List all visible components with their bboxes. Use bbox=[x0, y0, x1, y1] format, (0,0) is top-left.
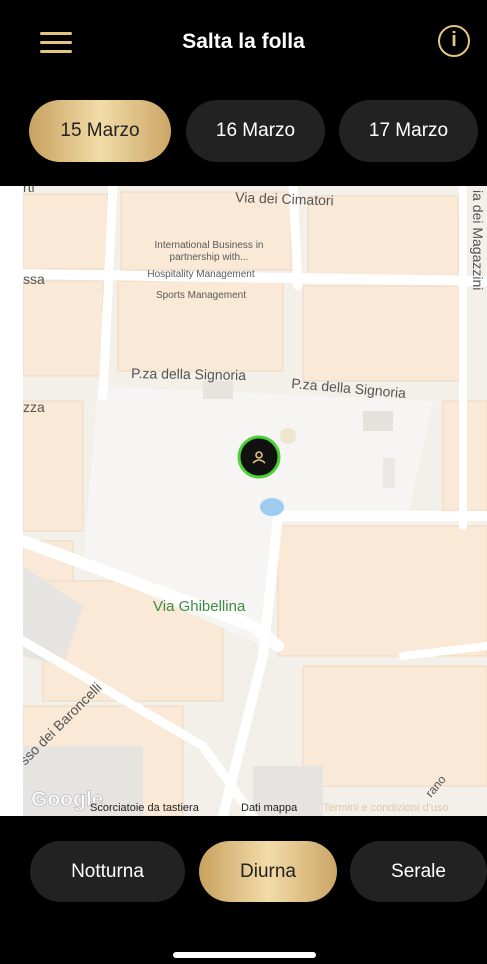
tab-serale[interactable]: Serale bbox=[350, 841, 487, 902]
page-title: Salta la folla bbox=[182, 30, 305, 53]
tab-date-15-marzo[interactable]: 15 Marzo bbox=[29, 100, 171, 162]
poi-label-line4: Sports Management bbox=[156, 290, 246, 301]
street-via-ghibellina: Via Ghibellina bbox=[153, 598, 246, 615]
top-bar: Salta la folla i 15 Marzo 16 Marzo 17 Ma… bbox=[0, 0, 487, 186]
map-shortcuts-link[interactable]: Scorciatoie da tastiera bbox=[90, 802, 200, 814]
poi-label-line2: partnership with... bbox=[170, 252, 249, 263]
tab-notturna[interactable]: Notturna bbox=[30, 841, 185, 902]
tab-date-16-marzo[interactable]: 16 Marzo bbox=[186, 100, 325, 162]
map-terms-link[interactable]: Termini e condizioni d'uso bbox=[323, 802, 449, 814]
map-canvas: International Business in partnership wi… bbox=[23, 186, 487, 816]
tab-date-17-marzo[interactable]: 17 Marzo bbox=[339, 100, 478, 162]
left-edge bbox=[0, 186, 23, 816]
street-pza-signoria-1: P.za della Signoria bbox=[131, 365, 246, 383]
street-via-dei-magazzini: ia dei Magazzini bbox=[470, 190, 486, 290]
home-indicator[interactable] bbox=[173, 952, 316, 958]
street-left-ssa: ssa bbox=[23, 271, 45, 287]
map-view[interactable]: International Business in partnership wi… bbox=[23, 186, 487, 816]
bottom-bar: Notturna Diurna Serale bbox=[0, 816, 487, 964]
map-data-link[interactable]: Dati mappa bbox=[241, 802, 298, 814]
street-top-rti: rti bbox=[23, 186, 35, 195]
tab-diurna[interactable]: Diurna bbox=[199, 841, 337, 902]
poi-label-line1: International Business in bbox=[155, 240, 264, 251]
poi-label-line3: Hospitality Management bbox=[147, 269, 254, 280]
user-location-icon[interactable] bbox=[237, 435, 281, 479]
street-left-zza: zza bbox=[23, 399, 45, 415]
info-icon[interactable]: i bbox=[438, 25, 470, 57]
